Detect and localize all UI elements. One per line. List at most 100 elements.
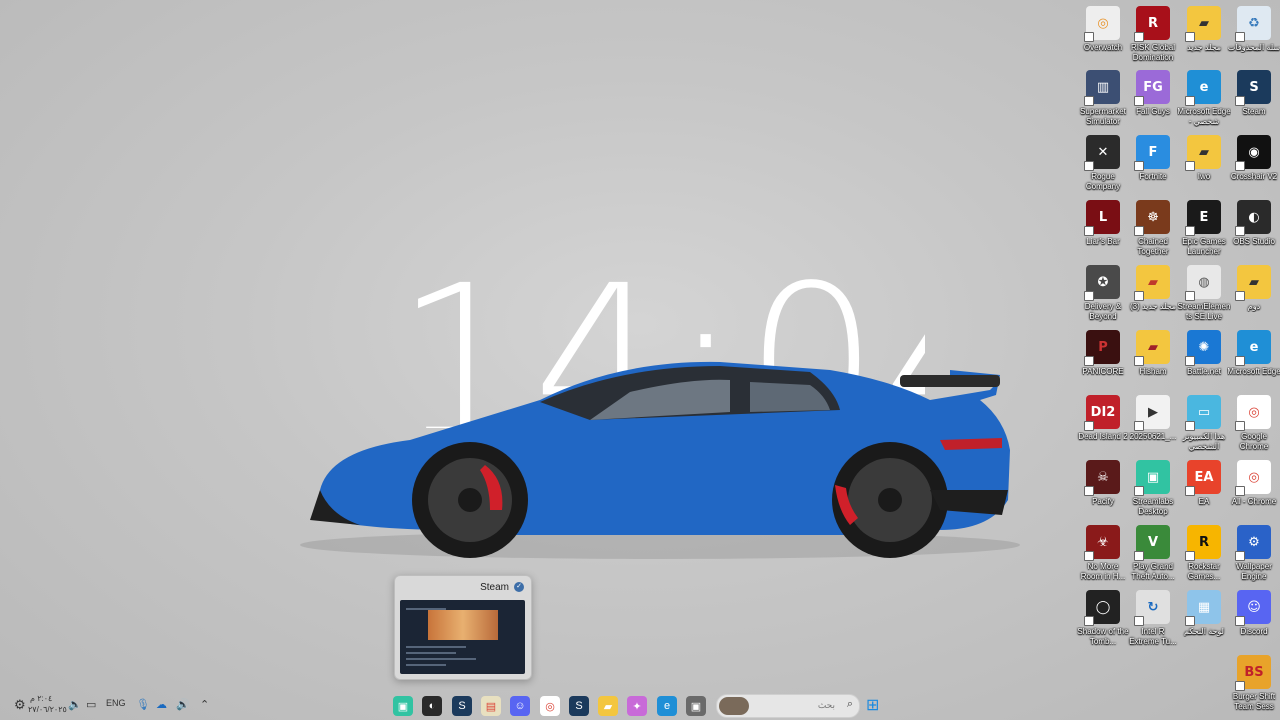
start-windows-icon[interactable]: ⊞ (866, 695, 879, 715)
desktop-icon[interactable]: ▣ Streamlabs Desktop (1126, 460, 1180, 517)
volume-icon[interactable]: 🔈 (68, 698, 82, 711)
taskbar-app-discord[interactable]: ☺ (510, 696, 530, 716)
desktop-icon[interactable]: e Microsoft Edge - شخصي (1177, 70, 1231, 127)
taskbar-app-file-explorer[interactable]: ▰ (598, 696, 618, 716)
taskbar-app-streamlabs[interactable]: ▣ (393, 696, 413, 716)
desktop-icon[interactable]: ☠ Pacify (1076, 460, 1130, 507)
desktop-icon-label: Rockstar Games... (1187, 562, 1221, 581)
taskbar-app-copilot[interactable]: ✦ (627, 696, 647, 716)
desktop-icon[interactable]: ◉ Crosshair V2 (1227, 135, 1280, 182)
desktop-icon[interactable]: ▰ مجلد جديد (3) (1126, 265, 1180, 312)
microphone-icon[interactable]: 🎙 (136, 698, 150, 711)
app-icon: ↻ (1134, 590, 1170, 626)
desktop-icon[interactable]: ◯ Shadow of the Tomb... (1076, 590, 1130, 647)
desktop-icon[interactable]: ◎ Overwatch (1076, 6, 1130, 53)
desktop-icon[interactable]: ◍ StreamElements SE.Live (1177, 265, 1231, 322)
desktop-icon-label: Dead Island 2 (1078, 432, 1128, 441)
taskbar-app-obs[interactable]: ◐ (422, 696, 442, 716)
app-icon: F (1134, 135, 1170, 171)
network-icon[interactable]: ▭ (86, 698, 96, 711)
desktop-icon-label: Google Chrome (1239, 432, 1269, 451)
desktop-icon-label: Intel R Extreme Tu... (1129, 627, 1177, 646)
taskbar-app-chrome[interactable]: ◎ (540, 696, 560, 716)
taskbar-search-box[interactable]: بحث ⌕ (716, 694, 860, 718)
steam-window-preview[interactable]: Steam ✓ (394, 575, 532, 680)
desktop-icon-label: دوم (1247, 302, 1261, 311)
app-icon: ▶ (1134, 395, 1170, 431)
desktop-icon[interactable]: ▶ 20250621_... (1126, 395, 1180, 442)
desktop-icon-label: Delivery & Beyond (1084, 302, 1122, 321)
desktop-icon[interactable]: L Liar's Bar (1076, 200, 1130, 247)
taskbar-app-steam-2[interactable]: S (569, 696, 589, 716)
app-icon: S (1235, 70, 1271, 106)
desktop-icon[interactable]: ↻ Intel R Extreme Tu... (1126, 590, 1180, 647)
desktop-icon[interactable]: ♻ سلة المحذوفات (1227, 6, 1280, 53)
app-icon: ▰ (1185, 135, 1221, 171)
desktop-icon[interactable]: ▥ Supermarket Simulator (1076, 70, 1130, 127)
desktop-icon[interactable]: ▭ هذا الكمبيوتر الشخصي (1177, 395, 1231, 452)
desktop-icon-label: Epic Games Launcher (1182, 237, 1226, 256)
desktop-icon-label: Steam (1242, 107, 1266, 116)
taskbar-time[interactable]: ٢:٠٤ م (30, 694, 52, 703)
desktop-icon[interactable]: ✪ Delivery & Beyond (1076, 265, 1130, 322)
desktop-icon[interactable]: F Fortnite (1126, 135, 1180, 182)
app-icon: e (1235, 330, 1271, 366)
desktop-icon[interactable]: V Play Grand Theft Auto... (1126, 525, 1180, 582)
preview-title: Steam (480, 582, 509, 593)
desktop-icon[interactable]: DI2 Dead Island 2 (1076, 395, 1130, 442)
desktop-icon[interactable]: ☺ Discord (1227, 590, 1280, 637)
desktop-icon-label: Crosshair V2 (1230, 172, 1278, 181)
desktop-icon[interactable]: ▰ مجلد جديد (1177, 6, 1231, 53)
app-icon: ♻ (1235, 6, 1271, 42)
app-icon: ✕ (1084, 135, 1120, 171)
desktop-icon[interactable]: EA EA (1177, 460, 1231, 507)
desktop-icon-label: Shadow of the Tomb... (1077, 627, 1129, 646)
taskbar-date[interactable]: ٢٧/٠٦/٢٠٢٥ (28, 705, 67, 714)
desktop-icon[interactable]: ✕ Rogue Company (1076, 135, 1130, 192)
app-icon: ☸ (1134, 200, 1170, 236)
desktop-icon-label: Microsoft Edge - شخصي (1177, 107, 1231, 126)
desktop-icon-label: Fall Guys (1136, 107, 1170, 116)
desktop-icon[interactable]: e Microsoft Edge (1227, 330, 1280, 377)
taskbar-app-file-manager[interactable]: ▤ (481, 696, 501, 716)
desktop-icon[interactable]: ▰ Iwo (1177, 135, 1231, 182)
desktop-icon[interactable]: ✺ Battle.net (1177, 330, 1231, 377)
desktop-icon[interactable]: ☸ Chained Together (1126, 200, 1180, 257)
desktop-icon[interactable]: P PANICORE (1076, 330, 1130, 377)
language-indicator[interactable]: ENG (106, 698, 126, 708)
desktop-icon-label: Play Grand Theft Auto... (1131, 562, 1175, 581)
app-icon: E (1185, 200, 1221, 236)
desktop-icon[interactable]: S Steam (1227, 70, 1280, 117)
desktop-icon[interactable]: ◐ OBS Studio (1227, 200, 1280, 247)
taskbar-app-edge[interactable]: e (657, 696, 677, 716)
onedrive-icon[interactable]: ☁ (156, 698, 167, 711)
desktop-icon-label: Pacify (1092, 497, 1114, 506)
search-placeholder: بحث (817, 700, 835, 710)
app-icon: ▰ (1185, 6, 1221, 42)
desktop-icon-label: Battle.net (1187, 367, 1221, 376)
speaker-icon[interactable]: 🔊 (176, 698, 190, 711)
desktop-icon[interactable]: FG Fall Guys (1126, 70, 1180, 117)
taskbar-app-task-view[interactable]: ▣ (686, 696, 706, 716)
desktop-icon-label: PANICORE (1082, 367, 1124, 376)
desktop-icon[interactable]: ▰ Hisham (1126, 330, 1180, 377)
app-icon: e (1185, 70, 1221, 106)
desktop-icon[interactable]: E Epic Games Launcher (1177, 200, 1231, 257)
desktop-icon[interactable]: ▦ لوحة التحكم (1177, 590, 1231, 637)
app-icon: ◯ (1084, 590, 1120, 626)
desktop-icon[interactable]: ◎ All - Chrome (1227, 460, 1280, 507)
desktop-icon[interactable]: R Rockstar Games... (1177, 525, 1231, 582)
desktop-icon[interactable]: ▰ دوم (1227, 265, 1280, 312)
app-icon: ✪ (1084, 265, 1120, 301)
desktop-icon[interactable]: ⚙ Wallpaper Engine (1227, 525, 1280, 582)
desktop-icon[interactable]: ◎ Google Chrome (1227, 395, 1280, 452)
desktop-icon[interactable]: ☣ No More Room in H... (1076, 525, 1130, 582)
app-icon: FG (1134, 70, 1170, 106)
desktop-icon-label: Streamlabs Desktop (1132, 497, 1174, 516)
settings-gear-icon[interactable]: ⚙ (14, 697, 26, 713)
desktop-icon[interactable]: R RISK Global Domination (1126, 6, 1180, 63)
taskbar-app-steam[interactable]: S (452, 696, 472, 716)
desktop-icon-label: Liar's Bar (1086, 237, 1120, 246)
desktop-icon-label: Overwatch (1083, 43, 1123, 52)
chevron-up-icon[interactable]: ⌃ (200, 698, 209, 711)
